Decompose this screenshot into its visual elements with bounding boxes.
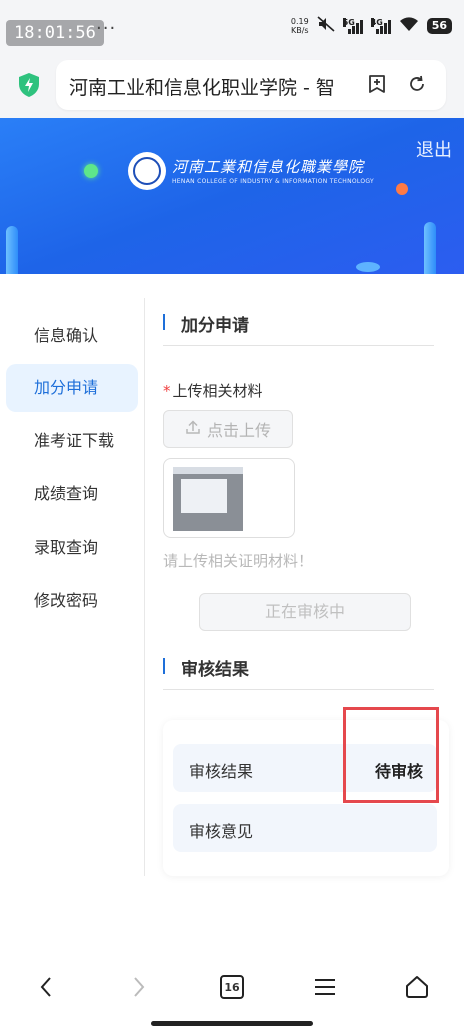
add-bookmark-icon[interactable] [366,73,388,99]
upload-icon [185,419,201,439]
section-title-result: 审核结果 [163,655,249,680]
mute-icon [317,16,335,35]
status-icons: 0.19 KB/s 5G 4G 56 [291,16,452,35]
section-title-apply: 加分申请 [163,311,249,336]
sidebar-item-admission-ticket[interactable]: 准考证下载 [6,417,138,465]
net-speed: 0.19 KB/s [290,16,309,35]
school-name-en: HENAN COLLEGE OF INDUSTRY & INFORMATION … [172,178,374,185]
back-icon[interactable] [26,970,66,1004]
address-bar[interactable]: 河南工业和信息化职业学院 - 智 [56,60,446,110]
forward-icon[interactable] [119,970,159,1004]
menu-icon[interactable] [305,970,345,1004]
clock: 18:01:56 [6,20,104,46]
browser-bottom-bar: 16 [0,956,464,1031]
page-title[interactable]: 河南工业和信息化职业学院 - 智 [69,73,337,100]
signal-5g-icon: 5G [342,17,363,34]
sidebar-item-change-password[interactable]: 修改密码 [6,577,138,625]
required-mark: * [163,382,171,400]
divider [163,689,434,690]
result-row-opinion: 审核意见 [173,804,437,852]
sidebar: 信息确认 加分申请 准考证下载 成绩查询 录取查询 修改密码 [0,298,145,876]
upload-button[interactable]: 点击上传 [163,410,293,448]
decor-orb [396,183,408,195]
school-name-cn: 河南工業和信息化職業學院 [172,158,365,176]
status-bar: 18:01:56 ··· 0.19 KB/s 5G 4G 56 [0,0,464,52]
decor-pillar [424,222,436,274]
decor-pillar [6,226,18,274]
home-indicator[interactable] [151,1021,313,1026]
sidebar-item-bonus-apply[interactable]: 加分申请 [6,364,138,412]
decor-orb [84,164,98,178]
shield-icon[interactable] [18,72,40,102]
document-preview [173,467,243,531]
tab-count: 16 [220,975,244,999]
tabs-button[interactable]: 16 [212,970,252,1004]
overflow-dots: ··· [96,18,117,39]
logout-link[interactable]: 退出 [416,136,452,162]
uploaded-file-thumbnail[interactable] [163,458,295,538]
reload-icon[interactable] [406,73,428,99]
school-emblem-icon [128,152,166,190]
reviewing-button: 正在审核中 [199,593,411,631]
header-banner: 河南工業和信息化職業學院 HENAN COLLEGE OF INDUSTRY &… [0,118,464,274]
upload-hint: 请上传相关证明材料！ [163,552,314,570]
annotation-highlight-box [343,707,439,803]
browser-toolbar: 河南工业和信息化职业学院 - 智 [0,52,464,118]
upload-label: * 上传相关材料 [163,382,263,400]
decor-disc [356,262,380,272]
sidebar-item-admission-query[interactable]: 录取查询 [6,524,138,572]
battery-icon: 56 [426,17,452,34]
divider [163,345,434,346]
home-icon[interactable] [397,970,437,1004]
sidebar-item-info-confirm[interactable]: 信息确认 [6,312,138,360]
sidebar-item-score-query[interactable]: 成绩查询 [6,470,138,518]
wifi-icon [399,16,419,35]
signal-4g-icon: 4G [370,17,391,34]
